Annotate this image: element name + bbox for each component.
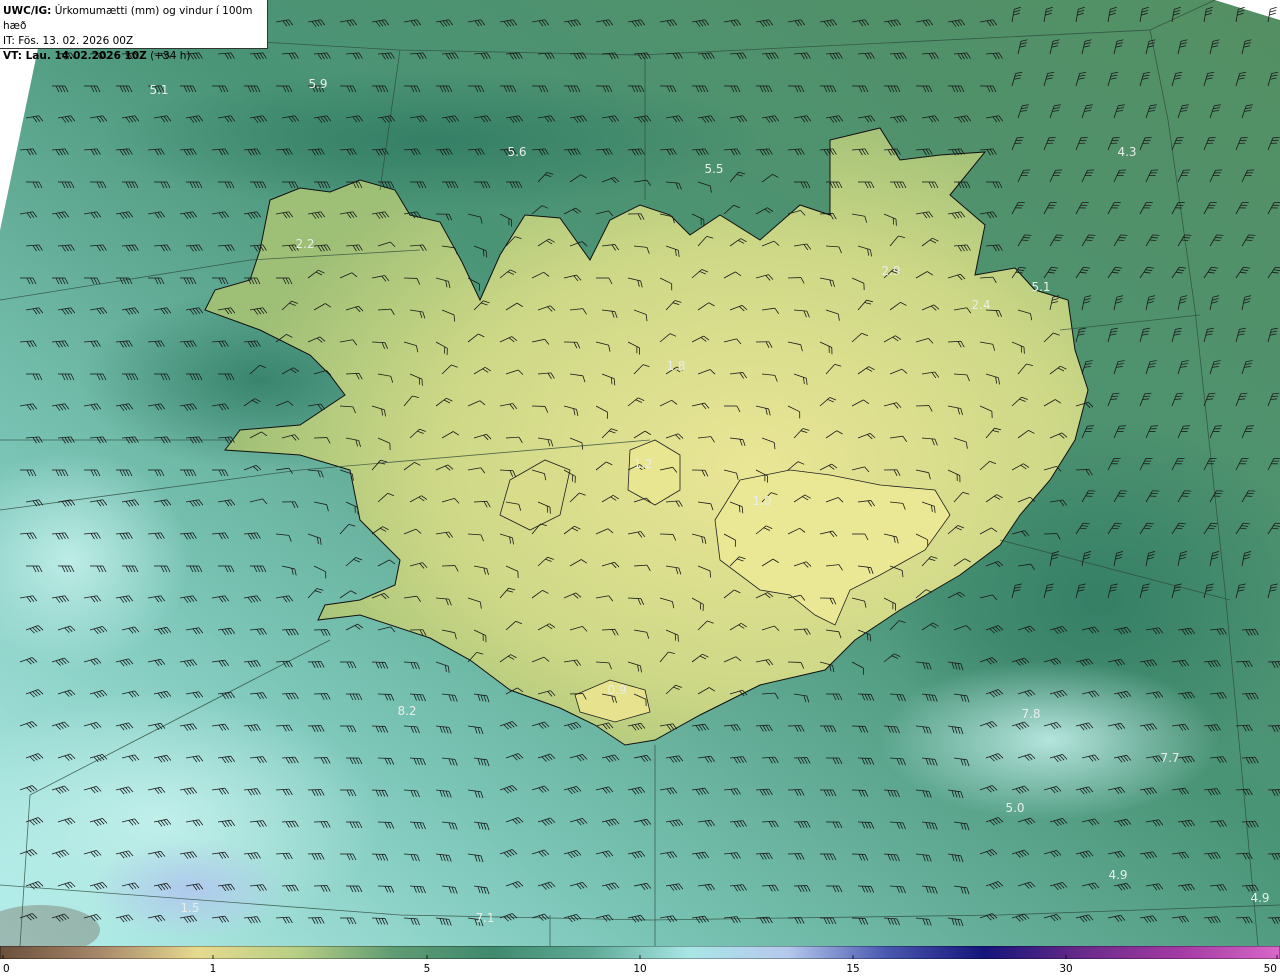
colorbar-tick-label: 30 xyxy=(1059,963,1073,975)
precip-value-label: 5.1 xyxy=(1031,280,1050,294)
colorbar-tick-label: 15 xyxy=(846,963,860,975)
model-name: UWC/IG: xyxy=(3,5,52,17)
lead-time: (+34 h) xyxy=(146,50,191,62)
precip-value-label: 5.6 xyxy=(507,145,526,159)
precip-value-label: 1.8 xyxy=(666,359,685,373)
map-canvas: 5.1 5.9 5.6 5.5 4.3 2.2 2.9 2.4 5.1 1.8 1.0 0.9 8.2 7… xyxy=(0,0,1280,946)
precip-value-label: 4.3 xyxy=(1117,145,1136,159)
precip-value-label: 8.2 xyxy=(397,704,416,718)
precip-value-label: 7.7 xyxy=(1160,751,1179,765)
precip-value-label: 1.2 xyxy=(633,457,652,471)
colorbar-tick-label: 0 xyxy=(3,963,10,975)
colorbar-tick-label: 1 xyxy=(209,963,217,975)
colorbar-tick-label: 5 xyxy=(423,963,431,975)
precip-value-label: 1.5 xyxy=(180,901,199,915)
precip-value-label: 5.1 xyxy=(149,83,168,97)
colorbar-tick-label: 50 xyxy=(1263,963,1277,975)
header-line-2: IT: Fös. 13. 02. 2026 00Z xyxy=(3,35,134,47)
header-line-1: UWC/IG: Úrkomumætti (mm) og vindur í 100… xyxy=(3,4,267,34)
colorbar xyxy=(0,946,1280,959)
precip-value-label: 0.9 xyxy=(607,683,626,697)
precip-value-label: 7.8 xyxy=(1021,707,1040,721)
precip-value-label: 1.0 xyxy=(752,494,771,508)
map-header: UWC/IG: Úrkomumætti (mm) og vindur í 100… xyxy=(0,0,268,62)
precip-value-label: 2.4 xyxy=(971,298,990,312)
precip-value-label: 4.9 xyxy=(1250,891,1269,905)
precip-value-label: 7.1 xyxy=(475,911,494,925)
precip-value-label: 2.9 xyxy=(881,264,900,278)
colorbar-tick-label: 10 xyxy=(633,963,647,975)
valid-time: VT: Lau. 14.02.2026 10Z xyxy=(3,50,147,62)
precip-value-label: 5.9 xyxy=(308,77,327,91)
precip-value-label: 5.0 xyxy=(1005,801,1024,815)
precip-value-label: 5.5 xyxy=(704,162,723,176)
header-line-3: VT: Lau. 14.02.2026 10Z (+34 h) xyxy=(3,49,267,64)
precip-value-label: 2.2 xyxy=(295,237,314,251)
precip-value-label: 4.9 xyxy=(1108,868,1127,882)
